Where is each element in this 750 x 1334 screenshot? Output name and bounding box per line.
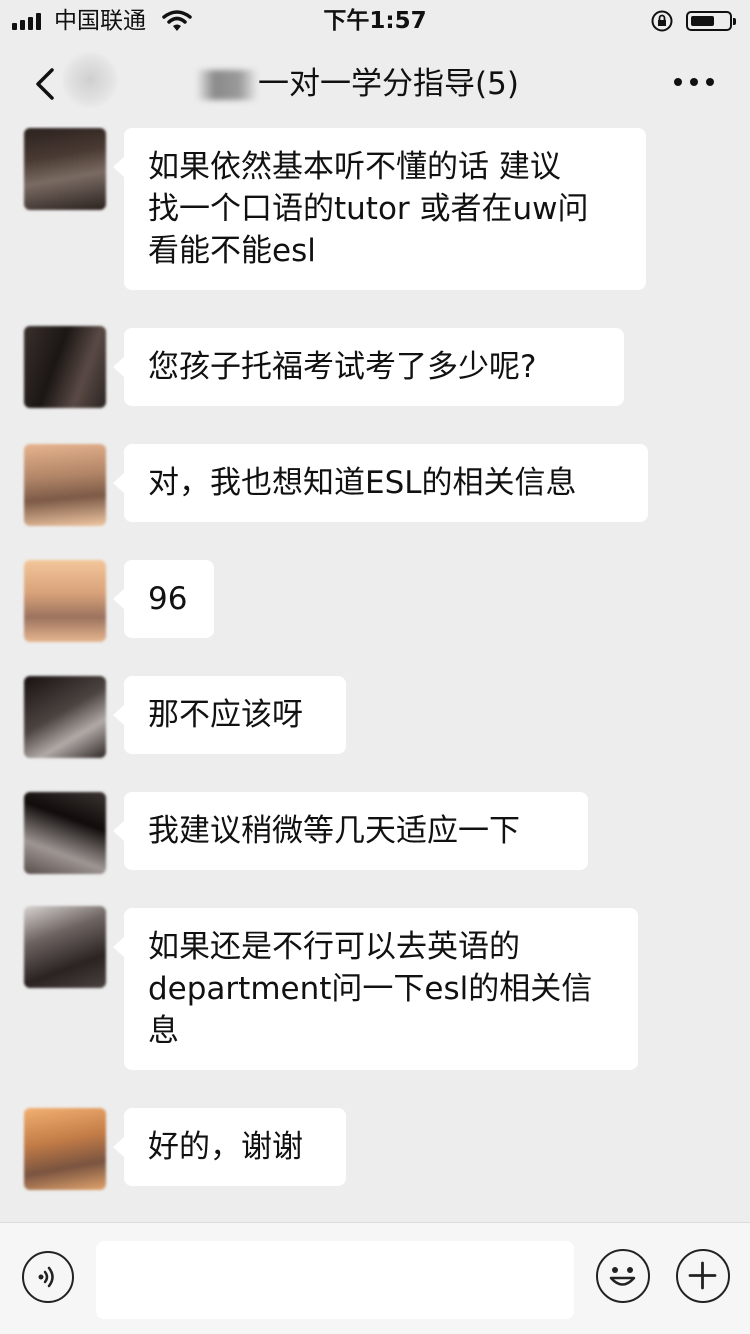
sender-avatar[interactable] (24, 128, 106, 210)
sender-avatar[interactable] (24, 906, 106, 988)
voice-icon[interactable] (22, 1251, 74, 1303)
sender-avatar[interactable] (24, 444, 106, 526)
chat-title: 一对一学分指导(5) (258, 66, 519, 102)
message-bubble[interactable]: 如果依然基本听不懂的话 建议 找一个口语的tutor 或者在uw问 看能不能es… (113, 128, 646, 290)
plus-icon[interactable] (676, 1249, 730, 1303)
sender-avatar[interactable] (24, 326, 106, 408)
sender-avatar[interactable] (24, 560, 106, 642)
message-bubble[interactable]: 那不应该呀 (113, 676, 346, 754)
more-dots-icon[interactable] (672, 72, 716, 92)
message-bubble[interactable]: 如果还是不行可以去英语的 department问一下esl的相关信 息 (113, 908, 638, 1070)
orientation-lock-icon (651, 10, 673, 32)
sender-avatar[interactable] (24, 1108, 106, 1190)
message-list[interactable]: 如果依然基本听不懂的话 建议 找一个口语的tutor 或者在uw问 看能不能es… (0, 126, 750, 1222)
emoji-icon[interactable] (596, 1249, 650, 1303)
nav-bar: 一对一学分指导(5) (0, 42, 750, 126)
sender-avatar[interactable] (24, 792, 106, 874)
battery-icon (686, 11, 736, 31)
status-bar: 中国联通 下午1:57 (0, 0, 750, 42)
message-bubble[interactable]: 96 (113, 560, 214, 638)
sender-avatar[interactable] (24, 676, 106, 758)
clock: 下午1:57 (323, 8, 427, 34)
blurred-title-prefix (196, 70, 258, 100)
message-input[interactable] (96, 1241, 574, 1319)
chat-screen: 中国联通 下午1:57 一对一学分指导(5) 如果依然基本听不懂的话 建议 找一… (0, 0, 750, 1334)
message-bubble[interactable]: 我建议稍微等几天适应一下 (113, 792, 588, 870)
message-bubble[interactable]: 好的，谢谢 (113, 1108, 346, 1186)
message-bubble[interactable]: 对，我也想知道ESL的相关信息 (113, 444, 648, 522)
group-avatar (62, 52, 118, 108)
input-bar (0, 1222, 750, 1334)
message-bubble[interactable]: 您孩子托福考试考了多少呢? (113, 328, 624, 406)
